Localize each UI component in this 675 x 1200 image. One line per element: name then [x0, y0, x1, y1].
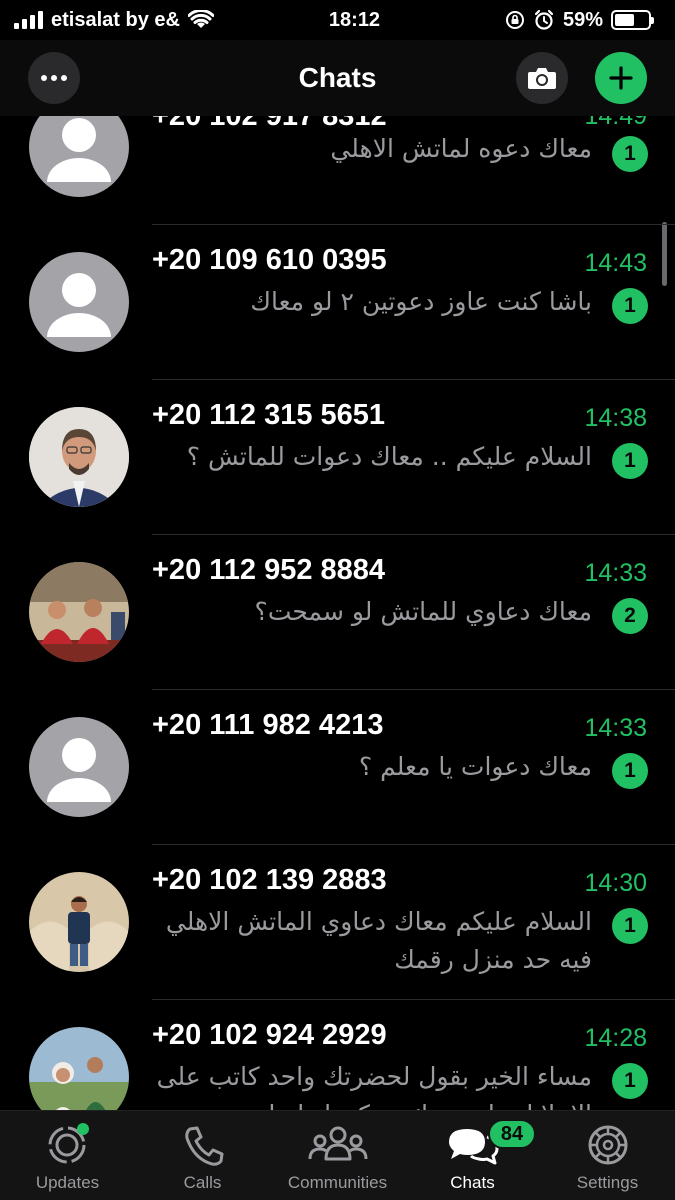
contact-name: +20 112 952 8884 [152, 554, 386, 586]
unread-badge: 1 [612, 908, 648, 944]
camera-button[interactable] [516, 52, 568, 104]
message-time: 14:38 [584, 404, 647, 432]
page-title: Chats [298, 62, 377, 93]
chat-list[interactable]: +20 102 917 8312 14:49 معاك دعوه لماتش ا… [0, 70, 675, 1110]
contact-photo-avatar[interactable] [29, 1027, 129, 1110]
contact-name: +20 102 924 2929 [152, 1019, 387, 1051]
message-time: 14:30 [584, 869, 647, 897]
message-preview: السلام عليكم .. معاك دعوات للماتش ؟ [186, 442, 592, 471]
message-preview: باشا كنت عاوز دعوتين ٢ لو معاك [250, 287, 592, 316]
unread-badge: 1 [612, 288, 648, 324]
tab-label: Updates [35, 1173, 100, 1192]
contact-photo-avatar[interactable] [29, 407, 129, 507]
tab-chats[interactable]: 84 Chats [405, 1111, 540, 1200]
chat-row[interactable]: +20 112 952 8884 14:33 معاك دعاوي للماتش… [0, 535, 675, 690]
chat-row[interactable]: +20 102 924 2929 14:28 مساء الخير بقول ل… [0, 1000, 675, 1110]
contact-photo-avatar[interactable] [29, 562, 129, 662]
contact-name: +20 109 610 0395 [152, 244, 387, 276]
contact-name: +20 112 315 5651 [152, 399, 386, 431]
battery-level [615, 14, 634, 26]
tab-updates[interactable]: Updates [0, 1111, 135, 1200]
contact-name: +20 102 139 2883 [152, 864, 387, 896]
phone-icon [184, 1126, 223, 1166]
tab-label: Communities [287, 1173, 388, 1192]
unread-badge: 1 [612, 753, 648, 789]
wifi-icon [187, 10, 214, 28]
message-time: 14:33 [584, 559, 647, 587]
gear-icon [588, 1125, 627, 1165]
tab-label: Settings [576, 1173, 639, 1192]
dot-icon [51, 75, 57, 81]
message-preview: معاك دعوه لماتش الاهلي [330, 134, 592, 163]
camera-icon [528, 68, 556, 89]
communities-icon [308, 1126, 367, 1161]
clock: 18:12 [328, 8, 381, 31]
tab-label: Calls [183, 1173, 222, 1192]
message-time: 14:43 [584, 249, 647, 277]
message-preview: السلام عليكم معاك دعاوي الماتش الاهلي في… [165, 907, 592, 974]
unread-badge: 1 [612, 136, 648, 172]
tab-settings[interactable]: Settings [540, 1111, 675, 1200]
chat-row[interactable]: +20 102 139 2883 14:30 السلام عليكم معاك… [0, 845, 675, 1000]
tab-bar: Updates Calls Communities 84 Chats Setti… [0, 1110, 675, 1200]
updates-indicator [77, 1123, 89, 1135]
unread-count-badge: 84 [488, 1119, 536, 1149]
contact-photo-avatar[interactable] [29, 872, 129, 972]
message-time: 14:28 [584, 1024, 647, 1052]
dot-icon [61, 75, 67, 81]
carrier-name: etisalat by e& [51, 8, 180, 31]
chat-row[interactable]: +20 111 982 4213 14:33 معاك دعوات يا معل… [0, 690, 675, 845]
new-chat-button[interactable] [595, 52, 647, 104]
dot-icon [41, 75, 47, 81]
unread-badge: 1 [612, 443, 648, 479]
battery-icon [611, 10, 654, 30]
message-time: 14:33 [584, 714, 647, 742]
signal-icon [14, 11, 43, 29]
chat-row[interactable]: +20 112 315 5651 14:38 السلام عليكم .. م… [0, 380, 675, 535]
nav-header: Chats [0, 40, 675, 116]
default-avatar-icon[interactable] [29, 252, 129, 352]
tab-label: Chats [450, 1173, 495, 1192]
more-options-button[interactable] [28, 52, 80, 104]
contact-name: +20 111 982 4213 [152, 709, 384, 741]
tab-calls[interactable]: Calls [135, 1111, 270, 1200]
battery-percent: 59% [562, 8, 603, 31]
message-preview: مساء الخير بقول لحضرتك واحد كاتب على الا… [156, 1062, 592, 1110]
rotation-lock-icon [505, 11, 524, 29]
status-bar: etisalat by e& 18:12 59% [0, 0, 675, 40]
message-preview: معاك دعاوي للماتش لو سمحت؟ [254, 597, 592, 626]
plus-icon [609, 66, 633, 90]
message-preview: معاك دعوات يا معلم ؟ [358, 752, 592, 781]
default-avatar-icon[interactable] [29, 717, 129, 817]
chat-row[interactable]: +20 109 610 0395 14:43 باشا كنت عاوز دعو… [0, 225, 675, 380]
alarm-icon [534, 9, 554, 30]
tab-communities[interactable]: Communities [270, 1111, 405, 1200]
unread-badge: 2 [612, 598, 648, 634]
unread-badge: 1 [612, 1063, 648, 1099]
